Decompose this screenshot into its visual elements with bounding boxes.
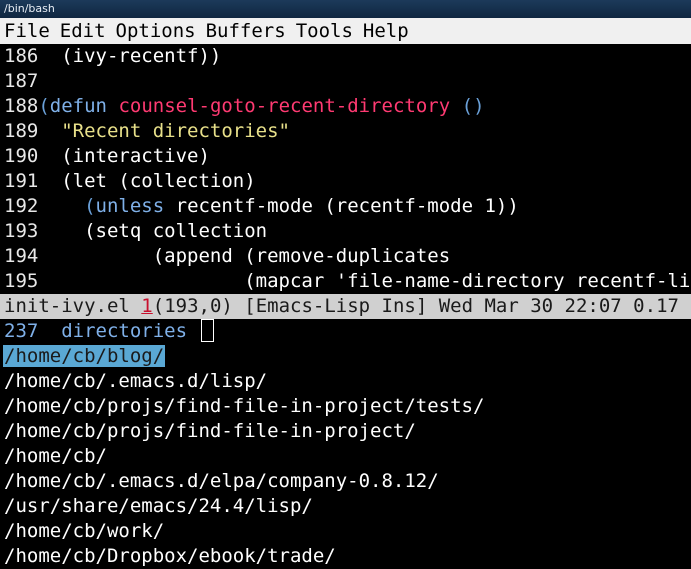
candidate-item[interactable]: /home/cb/blog/ (3, 344, 166, 369)
candidate-item[interactable]: /home/cb/.emacs.d/lisp/ (4, 369, 267, 394)
code-line: 187 (4, 69, 38, 94)
candidate-selected[interactable]: /home/cb/blog/ (3, 345, 166, 367)
code-line: 188(defun counsel-goto-recent-directory … (4, 94, 485, 119)
line-number: 190 (4, 145, 39, 167)
code-line: 191 (let (collection) (4, 169, 256, 194)
line-number: 192 (4, 195, 39, 217)
line-number: 189 (4, 120, 39, 142)
mode-line: init-ivy.el 1(193,0) [Emacs-Lisp Ins] We… (0, 294, 691, 319)
line-number: 194 (4, 245, 39, 267)
code-line: 193 (setq collection (4, 219, 267, 244)
code-text: (append (remove-duplicates (152, 245, 451, 267)
code-text: (interactive) (61, 145, 210, 167)
code-text: (ivy-recentf)) (38, 45, 222, 67)
candidate-item[interactable]: /usr/share/emacs/24.4/lisp/ (4, 494, 313, 519)
menu-help[interactable]: Help (363, 20, 409, 42)
menu-options[interactable]: Options (116, 20, 196, 42)
keyword-defun: defun (49, 95, 107, 117)
minibuffer-prompt[interactable]: 237 directories (4, 319, 214, 344)
code-text: (mapcar 'file-name-directory recentf-lis… (244, 270, 691, 292)
menu-bar: File Edit Options Buffers Tools Help (0, 18, 691, 44)
prompt-label: directories (61, 320, 188, 342)
menu-buffers[interactable]: Buffers (206, 20, 286, 42)
code-line: 186 (ivy-recentf)) (4, 44, 221, 69)
paren: ( (38, 95, 50, 117)
line-number: 186 (4, 45, 39, 67)
code-text: (setq collection (84, 220, 268, 242)
line-number: 195 (4, 270, 39, 292)
line-number: 191 (4, 170, 39, 192)
candidate-count: 237 (4, 320, 39, 342)
menu-file[interactable]: File (4, 20, 50, 42)
line-number: 188 (4, 95, 39, 117)
code-line: 195 (mapcar 'file-name-directory recentf… (4, 269, 691, 294)
window-titlebar: /bin/bash (0, 0, 691, 18)
menu-tools[interactable]: Tools (296, 20, 353, 42)
candidate-item[interactable]: /home/cb/ (4, 444, 107, 469)
code-line: 194 (append (remove-duplicates (4, 244, 450, 269)
candidate-item[interactable]: /home/cb/projs/find-file-in-project/ (4, 419, 416, 444)
line-number: 187 (4, 70, 39, 92)
candidate-item[interactable]: /home/cb/work/ (4, 519, 164, 544)
arglist: () (461, 95, 485, 117)
keyword-unless: unless (95, 195, 165, 217)
mode-line-status: (193,0) [Emacs-Lisp Ins] Wed Mar 30 22:0… (152, 295, 691, 317)
code-text: recentf-mode (recentf-mode 1)) (164, 195, 519, 217)
buffer-name: init-ivy.el (4, 295, 130, 317)
menu-edit[interactable]: Edit (60, 20, 106, 42)
text-cursor (200, 319, 214, 342)
window-number[interactable]: 1 (141, 295, 152, 317)
candidate-item[interactable]: /home/cb/.emacs.d/elpa/company-0.8.12/ (4, 469, 439, 494)
code-line: 190 (interactive) (4, 144, 210, 169)
code-line: 192 (unless recentf-mode (recentf-mode 1… (4, 195, 519, 217)
code-text: (let (collection) (61, 170, 256, 192)
window-title: /bin/bash (4, 2, 55, 15)
function-name: counsel-goto-recent-directory (118, 95, 451, 117)
line-number: 193 (4, 220, 39, 242)
docstring: "Recent directories" (61, 120, 290, 142)
candidate-item[interactable]: /home/cb/projs/find-file-in-project/test… (4, 394, 484, 419)
code-line: 189 "Recent directories" (4, 119, 290, 144)
candidate-item[interactable]: /home/cb/Dropbox/ebook/trade/ (4, 544, 336, 569)
